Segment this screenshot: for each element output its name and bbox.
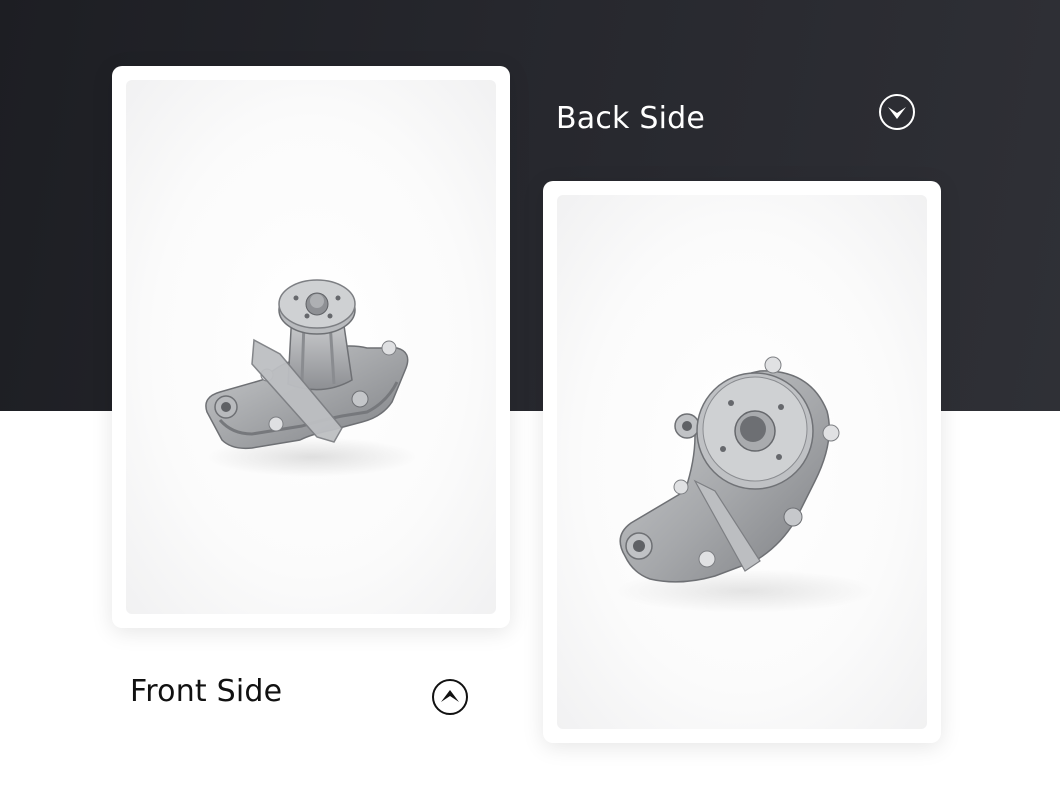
- chevron-up-circle-icon[interactable]: [431, 678, 469, 716]
- water-pump-front-image: [205, 279, 417, 477]
- front-side-card: [112, 66, 510, 628]
- back-side-card: [543, 181, 941, 743]
- water-pump-back-image: [615, 356, 875, 613]
- chevron-down-circle-icon[interactable]: [878, 93, 916, 131]
- back-side-label: Back Side: [556, 101, 706, 136]
- front-side-label: Front Side: [130, 674, 283, 709]
